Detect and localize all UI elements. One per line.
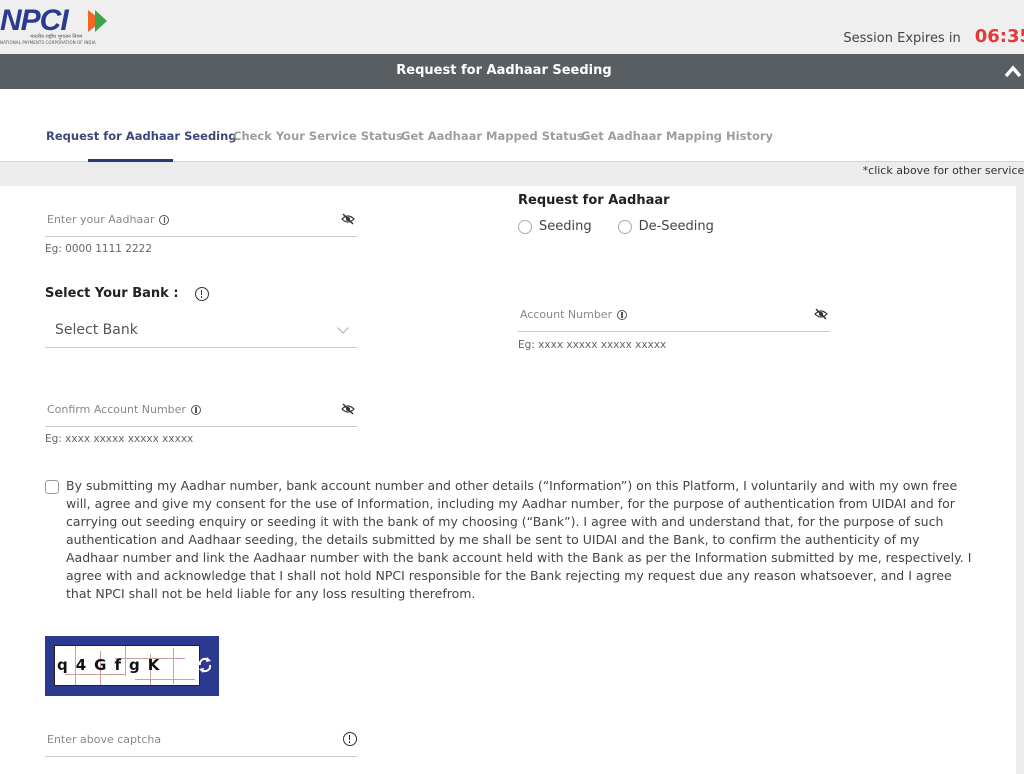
session-timer: Session Expires in 06:35 (843, 26, 1024, 47)
request-type-radio-group: Seeding De-Seeding (518, 219, 740, 234)
radio-de-seeding-label[interactable]: De-Seeding (639, 219, 714, 234)
eye-slash-icon[interactable] (341, 403, 355, 415)
confirm-account-number-field[interactable]: Confirm Account Number (45, 396, 357, 427)
info-icon[interactable] (159, 214, 170, 225)
confirm-account-number-example: Eg: xxxx xxxxx xxxxx xxxxx (45, 433, 194, 445)
captcha-input[interactable]: Enter above captcha (45, 726, 357, 757)
bank-select-value: Select Bank (55, 322, 138, 338)
aadhaar-placeholder: Enter your Aadhaar (47, 213, 155, 226)
service-tabs: Request for Aadhaar Seeding Check Your S… (0, 89, 1024, 162)
account-number-input[interactable]: Account Number (518, 301, 830, 332)
top-header: NPCI भारतीय राष्ट्रीय भुगतान निगम NATION… (0, 0, 1024, 54)
confirm-account-number-input[interactable]: Confirm Account Number (45, 396, 357, 427)
radio-seeding[interactable] (518, 219, 532, 234)
info-icon[interactable] (343, 732, 357, 746)
section-titlebar: Request for Aadhaar Seeding (0, 54, 1024, 89)
account-number-example: Eg: xxxx xxxxx xxxxx xxxxx (518, 339, 667, 351)
captcha-box: q4GfgK (45, 636, 219, 696)
chevron-up-icon[interactable] (1004, 64, 1022, 78)
eye-slash-icon[interactable] (814, 308, 828, 320)
other-services-hint: *click above for other services (862, 164, 1024, 177)
captcha-text: q4GfgK (57, 656, 168, 674)
aadhaar-field[interactable]: Enter your Aadhaar (45, 205, 357, 237)
select-bank-title: Select Your Bank : (45, 286, 179, 301)
account-number-field[interactable]: Account Number (518, 301, 830, 332)
chevron-down-icon[interactable] (337, 322, 349, 334)
tab-check-service-status[interactable]: Check Your Service Status (233, 129, 403, 143)
info-icon[interactable] (190, 404, 201, 415)
page-title: Request for Aadhaar Seeding (396, 63, 612, 78)
account-number-placeholder: Account Number (520, 308, 613, 321)
request-type-title: Request for Aadhaar (518, 193, 670, 208)
consent-text: By submitting my Aadhar number, bank acc… (66, 478, 972, 601)
session-time: 06:35 (974, 26, 1024, 47)
info-icon[interactable] (195, 287, 209, 301)
npci-logo[interactable]: NPCI भारतीय राष्ट्रीय भुगतान निगम NATION… (0, 4, 120, 48)
eye-slash-icon[interactable] (341, 213, 355, 225)
captcha-placeholder: Enter above captcha (47, 733, 162, 746)
tab-get-aadhaar-mapped-status[interactable]: Get Aadhaar Mapped Status (401, 129, 584, 143)
tab-get-aadhaar-mapping-history[interactable]: Get Aadhaar Mapping History (581, 129, 773, 143)
logo-arrow-green (95, 10, 107, 32)
logo-text: NPCI (0, 4, 69, 37)
radio-de-seeding[interactable] (617, 219, 632, 234)
session-label: Session Expires in (843, 31, 961, 46)
hint-bar: *click above for other services (0, 162, 1024, 186)
aadhaar-input[interactable]: Enter your Aadhaar (45, 205, 357, 237)
logo-subtitle: NATIONAL PAYMENTS CORPORATION OF INDIA (0, 40, 96, 45)
refresh-icon[interactable] (197, 656, 213, 674)
captcha-field[interactable]: Enter above captcha (45, 726, 357, 757)
aadhaar-example: Eg: 0000 1111 2222 (45, 243, 153, 255)
bank-select[interactable]: Select Bank (45, 316, 357, 348)
right-gutter (1016, 186, 1024, 774)
tab-request-aadhaar-seeding[interactable]: Request for Aadhaar Seeding (46, 129, 237, 143)
captcha-image: q4GfgK (54, 645, 200, 686)
consent-checkbox[interactable] (45, 480, 59, 494)
info-icon[interactable] (617, 309, 628, 320)
confirm-account-number-placeholder: Confirm Account Number (47, 403, 186, 416)
radio-seeding-label[interactable]: Seeding (539, 219, 592, 234)
